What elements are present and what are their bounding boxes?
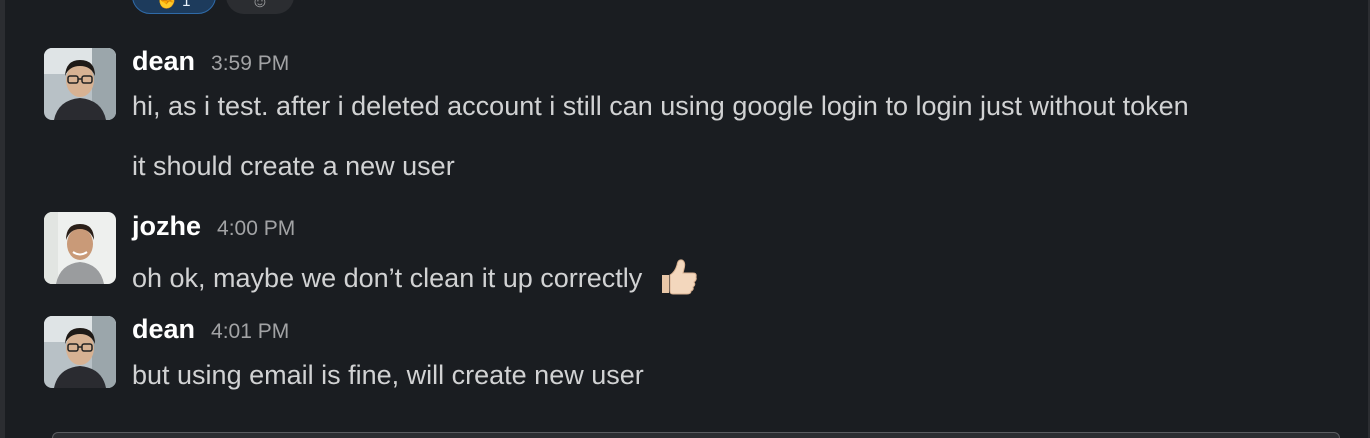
message-text-row: oh ok, maybe we don’t clean it up correc… [132,255,700,304]
add-emoji-icon: ☺ [250,0,270,11]
avatar[interactable] [44,212,116,284]
reaction-count: 1 [182,0,191,10]
author-name[interactable]: dean [132,314,195,345]
message-text: oh ok, maybe we don’t clean it up correc… [132,263,643,293]
message-header: jozhe 4:00 PM [132,211,295,242]
emoji-icon: ✊ [157,0,177,10]
author-name[interactable]: dean [132,46,195,77]
thumbs-up-icon [658,255,700,304]
message-composer-edge[interactable] [52,432,1340,438]
timestamp[interactable]: 3:59 PM [211,52,289,76]
timestamp[interactable]: 4:00 PM [217,217,295,241]
add-reaction-button[interactable]: ☺ [226,0,294,14]
reactions-row: ✊ 1 ☺ [132,0,294,14]
pane-left-border [0,0,5,438]
avatar[interactable] [44,48,116,120]
timestamp[interactable]: 4:01 PM [211,320,289,344]
chat-message-pane: ✊ 1 ☺ dean 3:59 PM hi, as i test. after … [0,0,1370,438]
message-header: dean 4:01 PM [132,314,289,345]
avatar[interactable] [44,316,116,388]
reaction-pill[interactable]: ✊ 1 [132,0,216,14]
author-name[interactable]: jozhe [132,211,201,242]
message-text: hi, as i test. after i deleted account i… [132,91,1189,121]
message-header: dean 3:59 PM [132,46,289,77]
message-text: but using email is fine, will create new… [132,360,644,390]
message-text: it should create a new user [132,151,455,181]
